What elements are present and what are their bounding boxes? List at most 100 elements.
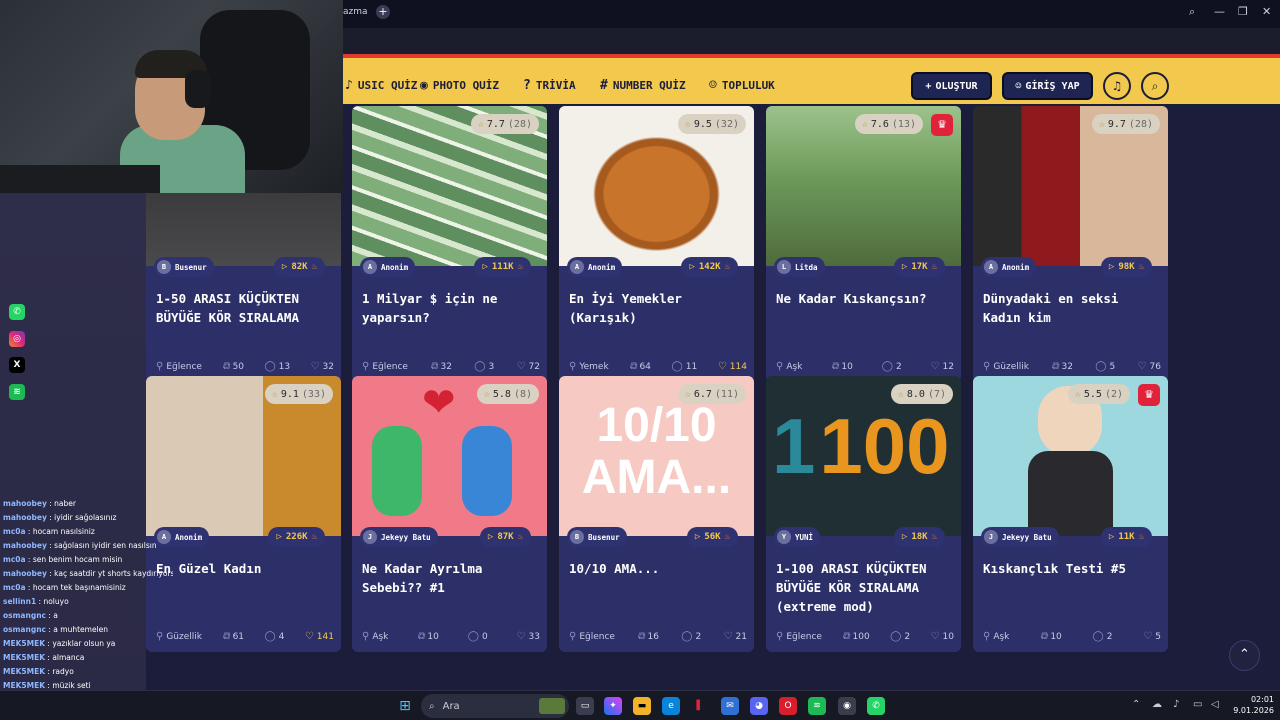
- like-count[interactable]: ♡ 141: [305, 631, 334, 642]
- microphone-icon[interactable]: ♪: [1173, 699, 1179, 710]
- quiz-card[interactable]: ❤ ☆ 5.8 (8) J Jekeyy Batu ▷ 87K ♨ Ne Kadar Ay…: [352, 376, 547, 652]
- chat-username[interactable]: mc0a: [3, 527, 26, 536]
- category[interactable]: ⚲ Güzellik: [983, 361, 1029, 372]
- comment-count[interactable]: ◯ 2: [890, 631, 910, 642]
- chat-username[interactable]: MEK5MEK: [3, 667, 45, 676]
- display-icon[interactable]: ▭: [1193, 699, 1202, 710]
- create-button[interactable]: + OLUŞTUR: [911, 72, 992, 100]
- app-red-icon[interactable]: ▌: [691, 697, 709, 715]
- quiz-card[interactable]: ☆ 5.5 (2) ♛ J Jekeyy Batu ▷ 11K ♨ Kıskançlık T…: [973, 376, 1168, 652]
- copilot-icon[interactable]: ✦: [604, 697, 622, 715]
- category[interactable]: ⚲ Aşk: [776, 361, 802, 372]
- like-count[interactable]: ♡ 72: [517, 361, 540, 372]
- card-title[interactable]: Ne Kadar Ayrılma Sebebi?? #1: [362, 559, 540, 597]
- like-count[interactable]: ♡ 32: [311, 361, 334, 372]
- whatsapp-icon[interactable]: ✆: [9, 304, 25, 320]
- category[interactable]: ⚲ Eğlence: [569, 631, 615, 642]
- category[interactable]: ⚲ Eğlence: [362, 361, 408, 372]
- browser-search-icon[interactable]: ⌕: [1189, 5, 1195, 19]
- browser-tab-title[interactable]: azma: [343, 7, 368, 17]
- chat-username[interactable]: mahoobey: [3, 513, 47, 522]
- instagram-icon[interactable]: ◎: [9, 331, 25, 347]
- comment-count[interactable]: ◯ 2: [882, 361, 902, 372]
- opera-icon[interactable]: O: [779, 697, 797, 715]
- card-title[interactable]: 1-50 ARASI KÜÇÜKTEN BÜYÜĞE KÖR SIRALAMA: [156, 289, 334, 327]
- like-count[interactable]: ♡ 5: [1143, 631, 1161, 642]
- quiz-card[interactable]: 10/10 AMA... ☆ 6.7 (11) B Busenur ▷ 56K ♨ 10/1…: [559, 376, 754, 652]
- nav-music-quiz[interactable]: ♪ USIC QUİZ: [345, 78, 417, 93]
- comment-count[interactable]: ◯ 2: [681, 631, 701, 642]
- quiz-card[interactable]: ☆ 9.7 (28) A Anonim ▷ 98K ♨ Dünyadaki en seks…: [973, 106, 1168, 382]
- quiz-card[interactable]: ☆ 7.6 (13) ♛ L Litda ▷ 17K ♨ Ne Kadar Kıskançs…: [766, 106, 961, 382]
- login-button[interactable]: ☺ GİRİŞ YAP: [1002, 72, 1093, 100]
- chat-username[interactable]: mahoobey: [3, 499, 47, 508]
- file-explorer-icon[interactable]: ▬: [633, 697, 651, 715]
- author-chip[interactable]: Y YUNİ: [774, 527, 821, 547]
- chat-username[interactable]: MEK5MEK: [3, 639, 45, 648]
- like-count[interactable]: ♡ 10: [931, 631, 954, 642]
- card-title[interactable]: 10/10 AMA...: [569, 559, 747, 578]
- close-button[interactable]: ✕: [1262, 5, 1271, 18]
- spotify-icon[interactable]: ≋: [9, 384, 25, 400]
- mail-icon[interactable]: ✉: [721, 697, 739, 715]
- quiz-card[interactable]: ☆ 9.1 (33) A Anonim ▷ 226K ♨ En Güzel Kadın ⚲…: [146, 376, 341, 652]
- restore-button[interactable]: ❐: [1238, 5, 1248, 18]
- new-tab-button[interactable]: +: [376, 5, 390, 19]
- whatsapp-icon[interactable]: ✆: [867, 697, 885, 715]
- chat-username[interactable]: osmangnc: [3, 625, 46, 634]
- author-chip[interactable]: J Jekeyy Batu: [360, 527, 438, 547]
- task-view-icon[interactable]: ▭: [576, 697, 594, 715]
- chat-username[interactable]: mc0a: [3, 555, 26, 564]
- chat-username[interactable]: sellinn1: [3, 597, 36, 606]
- author-chip[interactable]: B Busenur: [154, 257, 214, 277]
- chat-username[interactable]: mahoobey: [3, 541, 47, 550]
- chat-username[interactable]: MEK5MEK: [3, 653, 45, 662]
- like-count[interactable]: ♡ 12: [931, 361, 954, 372]
- obs-icon[interactable]: ◉: [838, 697, 856, 715]
- comment-count[interactable]: ◯ 3: [474, 361, 494, 372]
- tray-chevron-icon[interactable]: ⌃: [1132, 699, 1140, 710]
- quiz-card[interactable]: ☆ 7.7 (28) A Anonim ▷ 111K ♨ 1 Milyar $ için …: [352, 106, 547, 382]
- like-count[interactable]: ♡ 21: [724, 631, 747, 642]
- tray-cloud-icon[interactable]: ☁: [1152, 699, 1162, 710]
- card-title[interactable]: Dünyadaki en seksi Kadın kim: [983, 289, 1161, 327]
- category[interactable]: ⚲ Eğlence: [776, 631, 822, 642]
- author-chip[interactable]: A Anonim: [981, 257, 1037, 277]
- author-chip[interactable]: J Jekeyy Batu: [981, 527, 1059, 547]
- volume-icon[interactable]: ◁: [1211, 699, 1219, 710]
- author-chip[interactable]: B Busenur: [567, 527, 627, 547]
- author-chip[interactable]: L Litda: [774, 257, 825, 277]
- chat-username[interactable]: MEK5MEK: [3, 681, 45, 690]
- category[interactable]: ⚲ Aşk: [362, 631, 388, 642]
- category[interactable]: ⚲ Yemek: [569, 361, 609, 372]
- chat-username[interactable]: mahoobey: [3, 569, 47, 578]
- chat-username[interactable]: osmangnc: [3, 611, 46, 620]
- card-title[interactable]: 1-100 ARASI KÜÇÜKTEN BÜYÜĞE KÖR SIRALAMA…: [776, 559, 954, 616]
- like-count[interactable]: ♡ 114: [718, 361, 747, 372]
- nav-photo-quiz[interactable]: ◉ PHOTO QUİZ: [420, 78, 499, 93]
- comment-count[interactable]: ◯ 0: [468, 631, 488, 642]
- edge-icon[interactable]: e: [662, 697, 680, 715]
- card-title[interactable]: 1 Milyar $ için ne yaparsın?: [362, 289, 540, 327]
- x-twitter-icon[interactable]: X: [9, 357, 25, 373]
- nav-community[interactable]: ☺ TOPLULUK: [709, 78, 775, 93]
- nav-number-quiz[interactable]: # NUMBER QUİZ: [600, 78, 686, 93]
- card-title[interactable]: En İyi Yemekler (Karışık): [569, 289, 747, 327]
- category[interactable]: ⚲ Aşk: [983, 631, 1009, 642]
- quiz-card[interactable]: 1100 ☆ 8.0 (7) Y YUNİ ▷ 18K ♨ 1-100 ARASI KÜÇ…: [766, 376, 961, 652]
- like-count[interactable]: ♡ 76: [1138, 361, 1161, 372]
- card-title[interactable]: En Güzel Kadın: [156, 559, 334, 578]
- search-icon[interactable]: ⌕: [1141, 72, 1169, 100]
- chat-username[interactable]: mc0a: [3, 583, 26, 592]
- category[interactable]: ⚲ Eğlence: [156, 361, 202, 372]
- comment-count[interactable]: ◯ 5: [1095, 361, 1115, 372]
- minimize-button[interactable]: —: [1214, 5, 1225, 18]
- nav-trivia[interactable]: ? TRİVİA: [523, 78, 576, 93]
- like-count[interactable]: ♡ 33: [517, 631, 540, 642]
- card-title[interactable]: Kıskançlık Testi #5: [983, 559, 1161, 578]
- comment-count[interactable]: ◯ 2: [1093, 631, 1113, 642]
- comment-count[interactable]: ◯ 4: [264, 631, 284, 642]
- system-clock[interactable]: 02:01 9.01.2026: [1230, 694, 1274, 716]
- spotify-icon[interactable]: ≋: [808, 697, 826, 715]
- card-title[interactable]: Ne Kadar Kıskançsın?: [776, 289, 954, 308]
